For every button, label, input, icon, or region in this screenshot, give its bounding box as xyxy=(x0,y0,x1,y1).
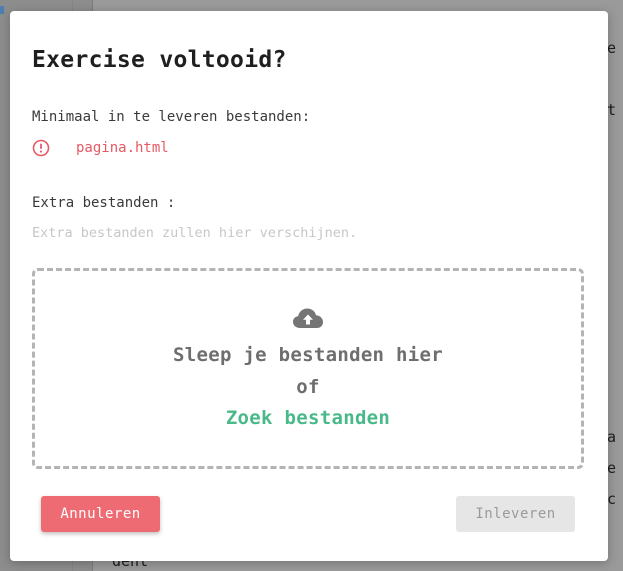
warning-circle-icon xyxy=(32,139,50,157)
cancel-button[interactable]: Annuleren xyxy=(41,496,160,532)
required-files-label: Minimaal in te leveren bestanden: xyxy=(32,109,311,125)
extra-files-label: Extra bestanden : xyxy=(32,195,176,211)
dropzone-or-text: of xyxy=(296,376,320,398)
required-file-name: pagina.html xyxy=(76,140,169,156)
submit-exercise-dialog: Exercise voltooid? Minimaal in te levere… xyxy=(10,11,608,561)
cloud-upload-icon xyxy=(292,307,324,331)
required-file-item: pagina.html xyxy=(32,138,169,158)
background-marker xyxy=(0,6,4,14)
dialog-title: Exercise voltooid? xyxy=(32,47,287,73)
dropzone-instruction: Sleep je bestanden hier xyxy=(173,344,443,366)
submit-button[interactable]: Inleveren xyxy=(456,496,575,532)
file-dropzone[interactable]: Sleep je bestanden hier of Zoek bestande… xyxy=(32,268,584,469)
extra-files-placeholder: Extra bestanden zullen hier verschijnen. xyxy=(32,225,358,241)
browse-files-link[interactable]: Zoek bestanden xyxy=(35,407,581,429)
